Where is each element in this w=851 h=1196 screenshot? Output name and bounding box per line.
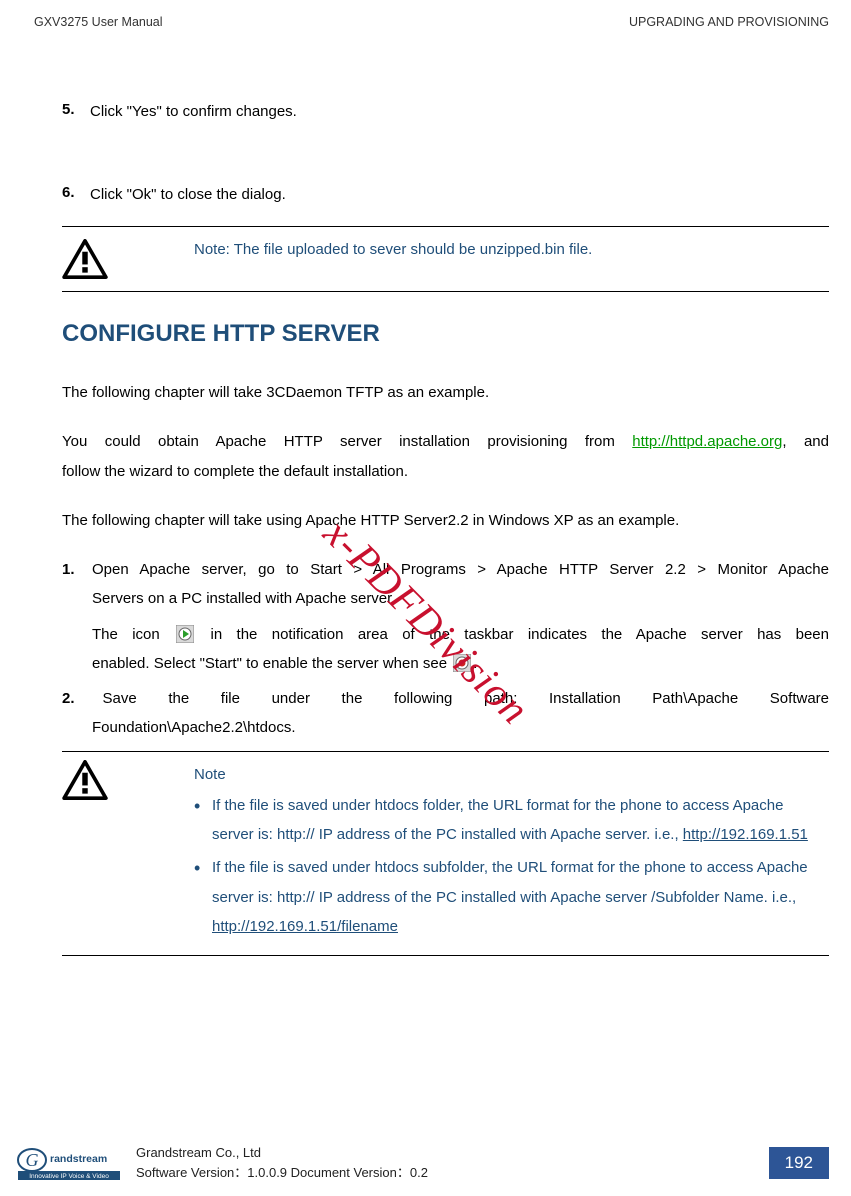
svg-text:randstream: randstream (50, 1153, 107, 1165)
list-1-l4a: enabled. Select "Start" to enable the se… (92, 655, 447, 672)
para-2-c: follow the wizard to complete the defaul… (62, 463, 408, 480)
list-1-body: Open Apache server, go to Start > All Pr… (92, 555, 829, 678)
list-1-l2: Servers on a PC installed with Apache se… (92, 590, 396, 607)
note-2-heading: Note (194, 760, 829, 789)
warning-icon (62, 239, 108, 279)
list-1-l4b: . (473, 655, 477, 672)
footer-company: Grandstream Co., Ltd (136, 1143, 769, 1163)
para-2: You could obtain Apache HTTP server inst… (0, 417, 851, 496)
apache-running-icon (176, 624, 194, 642)
para-3: The following chapter will take using Ap… (0, 496, 851, 545)
note-2-b2-link[interactable]: http://192.169.1.51/filename (212, 918, 398, 935)
para-2-a: You could obtain Apache HTTP server inst… (62, 433, 632, 450)
header-left: GXV3275 User Manual (34, 15, 163, 29)
footer-info: Grandstream Co., Ltd Software Version：1.… (136, 1143, 769, 1182)
bullet-icon: • (194, 791, 212, 850)
apache-link[interactable]: http://httpd.apache.org (632, 433, 782, 450)
list-1-l3a: The icon (92, 626, 160, 643)
svg-text:Innovative IP Voice & Video: Innovative IP Voice & Video (29, 1173, 109, 1180)
list-2-l1: Save the file under the following path: … (92, 684, 829, 713)
para-2-b: , and (782, 433, 829, 450)
grandstream-logo: G randstream Innovative IP Voice & Video (14, 1146, 124, 1180)
apache-stopped-icon (453, 653, 471, 671)
list-1-l1: Open Apache server, go to Start > All Pr… (92, 555, 829, 584)
list-2-num: 2. (62, 684, 92, 743)
step-5-text: Click "Yes" to confirm changes. (90, 101, 829, 124)
note-1-text: Note: The file uploaded to sever should … (194, 239, 829, 262)
list-1-l3b: in the notification area of the taskbar … (210, 626, 829, 643)
step-5-num: 5. (62, 101, 90, 124)
bullet-icon: • (194, 853, 212, 941)
note-2-b2-l3a: /Subfolder Name. i.e., (651, 889, 796, 906)
svg-text:G: G (26, 1150, 39, 1170)
list-1-num: 1. (62, 555, 92, 678)
warning-icon-2 (62, 760, 108, 800)
footer-version: Software Version：1.0.0.9 Document Versio… (136, 1163, 769, 1183)
step-6-text: Click "Ok" to close the dialog. (90, 184, 829, 207)
note-2-bullet-1: If the file is saved under htdocs folder… (212, 791, 829, 850)
note-2-b2-l1: If the file is saved under htdocs subfol… (212, 859, 703, 876)
section-title: CONFIGURE HTTP SERVER (0, 292, 851, 368)
step-6-num: 6. (62, 184, 90, 207)
note-2-bullet-2: If the file is saved under htdocs subfol… (212, 853, 829, 941)
list-2-l2: Foundation\Apache2.2\htdocs. (92, 719, 295, 736)
note-2-b1-l1: If the file is saved under htdocs folder… (212, 797, 729, 814)
note-2-b1-link[interactable]: http://192.169.1.51 (683, 826, 808, 843)
page-number: 192 (769, 1147, 829, 1179)
list-2-body: Save the file under the following path: … (92, 684, 829, 743)
para-1: The following chapter will take 3CDaemon… (0, 368, 851, 417)
header-right: UPGRADING AND PROVISIONING (629, 15, 829, 29)
